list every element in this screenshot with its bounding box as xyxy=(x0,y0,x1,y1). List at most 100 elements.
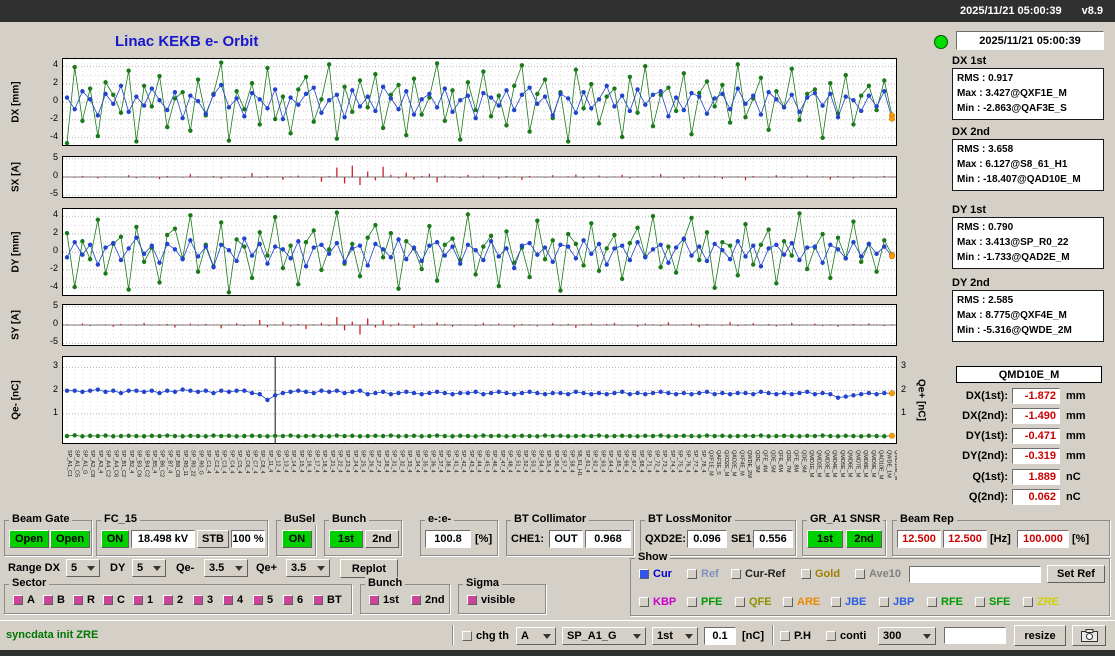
sector-bt-toggle[interactable]: BT xyxy=(313,594,342,606)
show-zre-checkbox[interactable] xyxy=(1023,597,1033,607)
conti-toggle[interactable]: conti xyxy=(826,630,866,642)
sector-b-toggle[interactable]: B xyxy=(43,594,65,606)
svg-text:SP_48_4: SP_48_4 xyxy=(507,450,513,473)
show-jbp-checkbox[interactable] xyxy=(879,597,889,607)
sector-4-label: 4 xyxy=(237,594,244,606)
screenshot-button[interactable] xyxy=(1072,625,1106,646)
show-kbp-toggle[interactable]: KBP xyxy=(639,596,676,608)
show-kbp-checkbox[interactable] xyxy=(639,597,649,607)
device-select[interactable]: SP_A1_G xyxy=(562,627,646,645)
sigma-visible-toggle[interactable]: visible xyxy=(467,594,515,606)
show-cur-ref-checkbox[interactable] xyxy=(731,569,741,579)
stat-rms: RMS : 0.790 xyxy=(957,222,1014,233)
y-tick-label: 0 xyxy=(52,170,58,180)
sector-6-toggle[interactable]: 6 xyxy=(283,594,303,606)
show-cur-ref-toggle[interactable]: Cur-Ref xyxy=(731,568,785,580)
gr-a1-2nd-button[interactable]: 2nd xyxy=(846,530,882,548)
sector-a-checkbox[interactable] xyxy=(13,595,23,605)
mode-select[interactable]: A xyxy=(516,627,556,645)
show-ave10-checkbox[interactable] xyxy=(855,569,865,579)
bunch-2nd-button[interactable]: 2nd xyxy=(365,530,399,548)
che1-label: CHE1: xyxy=(511,533,545,545)
show-sfe-label: SFE xyxy=(989,596,1011,608)
sector-6-checkbox[interactable] xyxy=(283,595,293,605)
bunch-1st-checkbox[interactable] xyxy=(369,595,379,605)
replot-button[interactable]: Replot xyxy=(340,559,398,578)
fc15-stb-button[interactable]: STB xyxy=(197,530,229,548)
sigma-visible-label: visible xyxy=(481,594,516,606)
ph-checkbox[interactable] xyxy=(780,630,790,641)
sector-a-toggle[interactable]: A xyxy=(13,594,35,606)
show-ref-checkbox[interactable] xyxy=(687,569,697,579)
sector-b-checkbox[interactable] xyxy=(43,595,53,605)
threshold-value: 0.1 xyxy=(704,627,736,645)
show-are-toggle[interactable]: ARE xyxy=(783,596,820,608)
show-rfe-toggle[interactable]: RFE xyxy=(927,596,963,608)
sector-r-checkbox[interactable] xyxy=(73,595,83,605)
show-rfe-checkbox[interactable] xyxy=(927,597,937,607)
svg-text:SP_A1_G: SP_A1_G xyxy=(81,450,87,474)
show-pfe-checkbox[interactable] xyxy=(687,597,697,607)
sector-a-label: A xyxy=(27,594,35,606)
set-ref-button[interactable]: Set Ref xyxy=(1047,565,1105,583)
busel-on-button[interactable]: ON xyxy=(282,530,312,548)
show-ref-toggle[interactable]: Ref xyxy=(687,568,719,580)
bunch-select[interactable]: 1st xyxy=(652,627,698,645)
conti-checkbox[interactable] xyxy=(826,630,836,641)
sector-c-checkbox[interactable] xyxy=(103,595,113,605)
show-gold-toggle[interactable]: Gold xyxy=(801,568,840,580)
svg-text:SP_25_4: SP_25_4 xyxy=(360,450,366,473)
chg-th-checkbox[interactable] xyxy=(462,630,472,641)
range-dx-select[interactable]: 5 xyxy=(66,559,100,577)
statusbar-input[interactable] xyxy=(944,627,1006,644)
sector-4-checkbox[interactable] xyxy=(223,595,233,605)
sector-3-toggle[interactable]: 3 xyxy=(193,594,213,606)
show-gold-checkbox[interactable] xyxy=(801,569,811,579)
interval-select[interactable]: 300 xyxy=(878,627,936,645)
sector-4-toggle[interactable]: 4 xyxy=(223,594,243,606)
sector-1-checkbox[interactable] xyxy=(133,595,143,605)
svg-text:SP_28_4: SP_28_4 xyxy=(383,450,389,473)
sector-c-toggle[interactable]: C xyxy=(103,594,125,606)
show-are-checkbox[interactable] xyxy=(783,597,793,607)
show-jbe-toggle[interactable]: JBE xyxy=(831,596,866,608)
sector-r-toggle[interactable]: R xyxy=(73,594,95,606)
show-cur-checkbox[interactable] xyxy=(639,569,649,579)
sector-2-checkbox[interactable] xyxy=(163,595,173,605)
chg-th-toggle[interactable]: chg th xyxy=(462,630,509,642)
show-jbp-toggle[interactable]: JBP xyxy=(879,596,914,608)
show-pfe-toggle[interactable]: PFE xyxy=(687,596,722,608)
sector-5-toggle[interactable]: 5 xyxy=(253,594,273,606)
fc15-on-button[interactable]: ON xyxy=(101,530,129,548)
range-qe-plus-select[interactable]: 3.5 xyxy=(286,559,330,577)
sector-bt-checkbox[interactable] xyxy=(313,595,323,605)
ph-toggle[interactable]: P.H xyxy=(780,630,811,642)
range-qe-minus-select[interactable]: 3.5 xyxy=(204,559,248,577)
gr-a1-1st-button[interactable]: 1st xyxy=(807,530,843,548)
sector-5-checkbox[interactable] xyxy=(253,595,263,605)
show-ave10-toggle[interactable]: Ave10 xyxy=(855,568,901,580)
show-zre-toggle[interactable]: ZRE xyxy=(1023,596,1059,608)
svg-text:SP_38_4: SP_38_4 xyxy=(445,450,451,473)
show-sfe-checkbox[interactable] xyxy=(975,597,985,607)
beam-gate-open-1-button[interactable]: Open xyxy=(9,530,49,548)
bunch-1st-button[interactable]: 1st xyxy=(329,530,363,548)
bunch-2nd-toggle[interactable]: 2nd xyxy=(411,594,445,606)
show-qfe-checkbox[interactable] xyxy=(735,597,745,607)
resize-button[interactable]: resize xyxy=(1014,625,1066,646)
sector-1-toggle[interactable]: 1 xyxy=(133,594,153,606)
bunch-2nd-checkbox[interactable] xyxy=(411,595,421,605)
show-jbe-checkbox[interactable] xyxy=(831,597,841,607)
beam-gate-open-2-button[interactable]: Open xyxy=(50,530,90,548)
show-qfe-toggle[interactable]: QFE xyxy=(735,596,772,608)
ref-file-input[interactable] xyxy=(909,566,1041,583)
svg-text:SP_44_4: SP_44_4 xyxy=(476,450,482,473)
show-sfe-toggle[interactable]: SFE xyxy=(975,596,1010,608)
sigma-visible-checkbox[interactable] xyxy=(467,595,477,605)
svg-text:SP_21_4: SP_21_4 xyxy=(329,450,335,473)
bunch-1st-toggle[interactable]: 1st xyxy=(369,594,399,606)
sector-3-checkbox[interactable] xyxy=(193,595,203,605)
show-cur-toggle[interactable]: Cur xyxy=(639,568,672,580)
range-dy-select[interactable]: 5 xyxy=(132,559,166,577)
sector-2-toggle[interactable]: 2 xyxy=(163,594,183,606)
